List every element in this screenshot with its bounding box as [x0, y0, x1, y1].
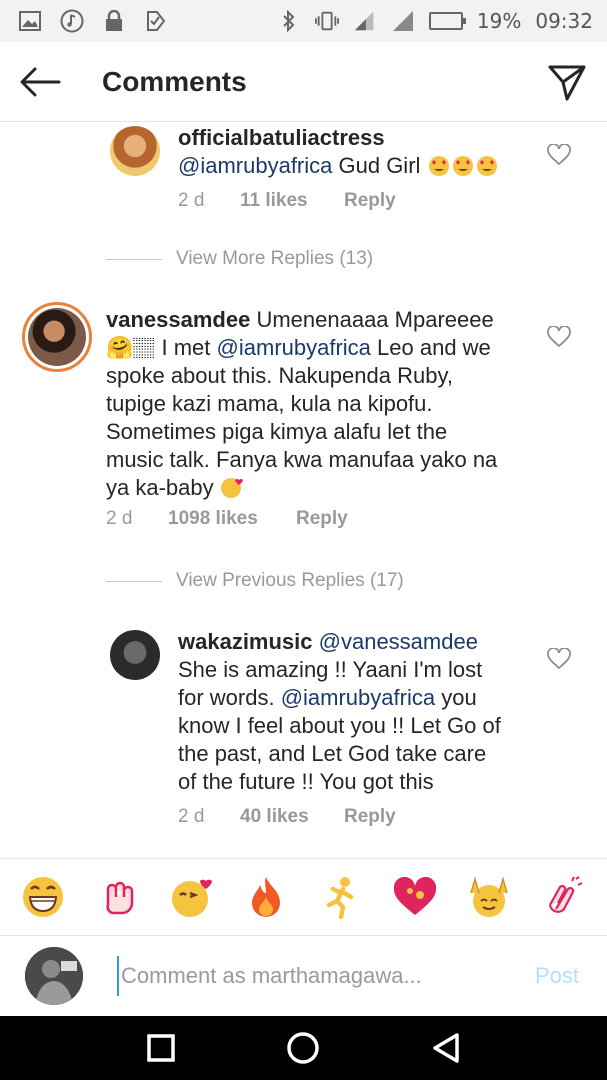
mention-link[interactable]: @iamrubyafrica — [217, 335, 371, 360]
signal-icon — [391, 9, 415, 33]
heart-eyes-emoji — [427, 153, 499, 178]
comment-input[interactable] — [117, 956, 497, 996]
comment-text: Leo and we — [370, 335, 491, 360]
comment-time: 2 d — [178, 190, 205, 211]
bluetooth-icon — [277, 9, 301, 33]
post-button[interactable]: Post — [535, 963, 579, 989]
likes-count[interactable]: 1098 likes — [168, 508, 296, 530]
mention-link[interactable]: @iamrubyafrica — [178, 153, 332, 178]
comment-text: Umenenaaaa Mpareeee — [250, 307, 494, 332]
emoji-quick-bar — [0, 858, 607, 936]
network-signal-icon — [353, 9, 377, 33]
recent-apps-button[interactable] — [141, 1028, 181, 1068]
comment-text: Sometimes piga kimya alafu let the — [106, 419, 448, 444]
clock: 09:32 — [535, 9, 593, 33]
comment-text: ya ka-baby — [106, 475, 220, 500]
system-nav-bar — [0, 1016, 607, 1080]
comment-text: tupige kazi mama, kula na kipofu. — [106, 391, 433, 416]
view-previous-replies[interactable]: View Previous Replies (17) — [106, 570, 404, 592]
comment-composer: Post — [0, 936, 607, 1016]
comment-time: 2 d — [106, 508, 133, 529]
kiss-emoji — [220, 475, 244, 500]
view-more-replies-label: View More Replies (13) — [176, 248, 374, 269]
comment-time: 2 d — [178, 806, 205, 827]
reply-button[interactable]: Reply — [296, 508, 348, 530]
avatar[interactable] — [110, 126, 160, 176]
likes-count[interactable]: 40 likes — [240, 806, 344, 828]
like-button[interactable] — [547, 143, 571, 168]
kiss-face-icon[interactable] — [169, 874, 215, 920]
raised-hands-face-icon[interactable] — [466, 874, 512, 920]
battery-percent: 19% — [476, 9, 522, 33]
comment-username[interactable]: vanessamdee — [106, 307, 250, 332]
comment-body: wakazimusic @vanessamdee She is amazing … — [178, 628, 558, 796]
like-button[interactable] — [547, 647, 571, 672]
comment-text: the past, and Let God take care — [178, 741, 487, 766]
comment-text: Gud Girl — [332, 153, 427, 178]
comment-text: of the future !! You got this — [178, 769, 434, 794]
mention-link[interactable]: @vanessamdee — [319, 629, 478, 654]
like-button[interactable] — [547, 325, 571, 350]
arrow-left-icon — [20, 67, 61, 96]
likes-count[interactable]: 11 likes — [240, 190, 344, 212]
back-button[interactable] — [0, 42, 80, 122]
avatar[interactable] — [22, 302, 92, 372]
checkmark-flag-icon — [144, 9, 168, 33]
music-icon — [60, 9, 84, 33]
comment-body: vanessamdee Umenenaaaa Mpareeee 🤗🏽 I met… — [106, 306, 576, 502]
vibrate-icon — [314, 9, 339, 33]
comment-text: for words. — [178, 685, 281, 710]
comment-username[interactable]: wakazimusic — [178, 629, 313, 654]
circle-icon — [287, 1032, 320, 1064]
paper-plane-icon — [548, 65, 586, 100]
view-more-replies[interactable]: View More Replies (13) — [106, 248, 373, 270]
avatar[interactable] — [110, 630, 160, 680]
comment-text: 🤗🏽 I met — [106, 335, 217, 360]
comment-text: spoke about this. Nakupenda Ruby, — [106, 363, 453, 388]
clapping-hands-icon[interactable] — [541, 874, 587, 920]
divider — [106, 580, 162, 582]
comment-meta: 2 d 11 likes Reply — [178, 190, 396, 212]
comment-username[interactable]: officialbatuliactress — [178, 125, 385, 150]
avatar — [25, 947, 83, 1005]
comment-text: music talk. Fanya kwa manufaa yako na — [106, 447, 498, 472]
lock-icon — [102, 9, 126, 33]
comment-meta: 2 d 1098 likes Reply — [106, 508, 348, 530]
raised-fist-hand-icon[interactable] — [95, 874, 141, 920]
app-bar: Comments — [0, 42, 607, 122]
square-icon — [147, 1034, 175, 1062]
heart-outline-icon — [547, 647, 571, 670]
heart-outline-icon — [547, 143, 571, 166]
page-title: Comments — [102, 65, 247, 97]
fire-icon[interactable] — [243, 874, 289, 920]
direct-send-button[interactable] — [527, 42, 607, 122]
comment-body: officialbatuliactress @iamrubyafrica Gud… — [178, 124, 558, 180]
reply-button[interactable]: Reply — [344, 806, 396, 828]
divider — [106, 258, 162, 260]
running-person-icon[interactable] — [318, 874, 364, 920]
view-previous-replies-label: View Previous Replies (17) — [176, 570, 404, 591]
home-button[interactable] — [283, 1028, 323, 1068]
comment-text: you — [435, 685, 477, 710]
comment-text: know I feel about you !! Let Go of — [178, 713, 501, 738]
heart-outline-icon — [547, 325, 571, 348]
battery-icon — [428, 12, 466, 30]
mention-link[interactable]: @iamrubyafrica — [281, 685, 435, 710]
reply-button[interactable]: Reply — [344, 190, 396, 212]
status-bar: 19% 09:32 — [0, 0, 607, 42]
grinning-face-icon[interactable] — [20, 874, 66, 920]
heart-icon[interactable] — [392, 874, 438, 920]
comments-list: officialbatuliactress @iamrubyafrica Gud… — [0, 122, 607, 857]
triangle-back-icon — [433, 1033, 459, 1063]
comment-text: She is amazing !! Yaani I'm lost — [178, 657, 483, 682]
comment-meta: 2 d 40 likes Reply — [178, 806, 396, 828]
back-nav-button[interactable] — [426, 1028, 466, 1068]
gallery-icon — [18, 9, 42, 33]
